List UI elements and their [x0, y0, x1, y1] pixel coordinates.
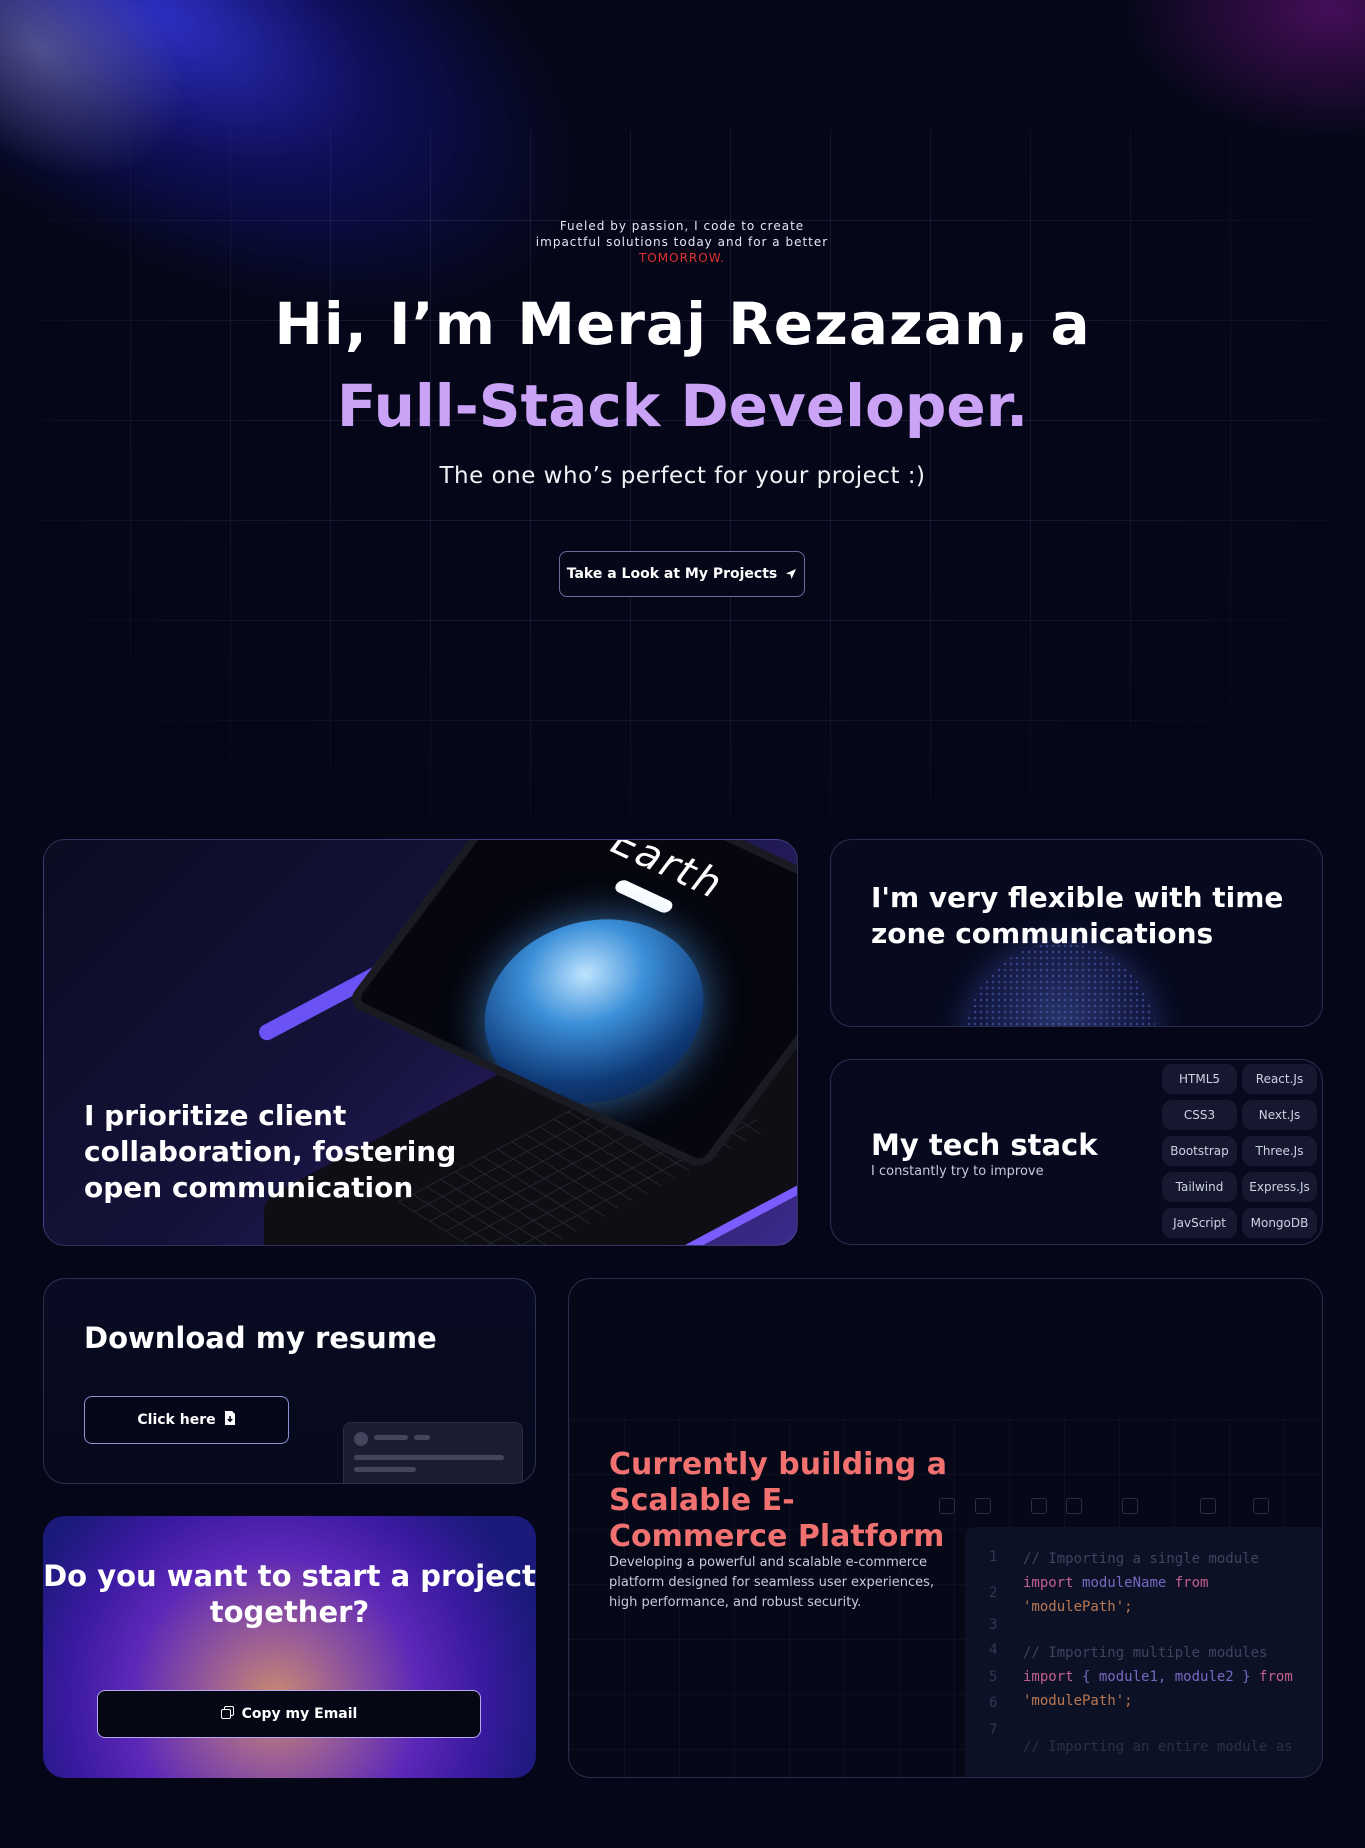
collaboration-title: I prioritize client collaboration, foste…	[84, 1099, 457, 1204]
code-string: 'modulePath';	[1023, 1599, 1133, 1615]
code-snippet: 1 2 3 4 5 6 7 // Importing a single modu…	[965, 1527, 1322, 1777]
timezone-card: I'm very flexible with time zone communi…	[830, 839, 1323, 1027]
grid-square	[1200, 1498, 1216, 1514]
code-comment: // Importing an entire module as	[1023, 1739, 1293, 1755]
copy-icon	[220, 1705, 234, 1723]
view-projects-button[interactable]: Take a Look at My Projects	[559, 551, 805, 597]
copy-email-label: Copy my Email	[241, 1706, 358, 1722]
grid-square	[1066, 1498, 1082, 1514]
code-comment: // Importing multiple modules	[1023, 1645, 1268, 1661]
line-number: 6	[989, 1695, 998, 1711]
tech-pill: Bootstrap	[1162, 1136, 1237, 1166]
contact-card: Do you want to start a project together?…	[43, 1516, 536, 1778]
copy-email-button[interactable]: Copy my Email	[97, 1690, 481, 1738]
tech-pill: Express.Js	[1242, 1172, 1317, 1202]
line-number: 5	[989, 1669, 998, 1685]
tech-pill: React.Js	[1242, 1064, 1317, 1094]
resume-title: Download my resume	[84, 1321, 437, 1355]
tech-stack-title: My tech stack	[871, 1128, 1098, 1162]
tech-pill: Tailwind	[1162, 1172, 1237, 1202]
resume-card: Download my resume Click here	[43, 1278, 536, 1484]
grid-square	[1253, 1498, 1269, 1514]
line-number: 2	[989, 1585, 998, 1601]
collaboration-card: Earth I prioritize client collaboration,…	[43, 839, 798, 1246]
resume-preview-window	[343, 1422, 523, 1483]
code-line: import { module1, module2 } from	[1023, 1669, 1293, 1685]
code-string: 'modulePath';	[1023, 1693, 1133, 1709]
tech-pill: HTML5	[1162, 1064, 1237, 1094]
tech-stack-subtitle: I constantly try to improve	[871, 1164, 1044, 1179]
file-download-icon	[224, 1411, 236, 1429]
grid-square	[1031, 1498, 1047, 1514]
tech-stack-card: My tech stack I constantly try to improv…	[830, 1059, 1323, 1245]
purple-glow	[1120, 0, 1365, 140]
contact-title: Do you want to start a project together?	[43, 1559, 536, 1629]
line-number: 1	[989, 1549, 998, 1565]
globe-graphic	[966, 943, 1156, 1026]
code-comment: // Importing a single module	[1023, 1551, 1260, 1567]
timezone-title: I'm very flexible with time zone communi…	[871, 881, 1284, 950]
line-number: 4	[989, 1642, 998, 1658]
tagline-highlight: TOMORROW.	[639, 251, 725, 265]
tagline-text: Fueled by passion, I code to create impa…	[535, 219, 829, 249]
tech-pill: MongoDB	[1242, 1208, 1317, 1238]
hero-headline: Hi, I’m Meraj Rezazan, a	[274, 290, 1091, 358]
building-description: Developing a powerful and scalable e-com…	[609, 1555, 935, 1610]
line-number: 7	[989, 1722, 998, 1738]
view-projects-label: Take a Look at My Projects	[566, 566, 778, 582]
tech-pill: Three.Js	[1242, 1136, 1317, 1166]
tech-pill: Next.Js	[1242, 1100, 1317, 1130]
location-arrow-icon	[785, 568, 797, 580]
hero-subtitle: The one who’s perfect for your project :…	[439, 463, 926, 489]
grid-square	[975, 1498, 991, 1514]
hero-tagline: Fueled by passion, I code to create impa…	[532, 218, 832, 266]
building-title: Currently building a Scalable E-Commerce…	[609, 1447, 947, 1554]
building-card: Currently building a Scalable E-Commerce…	[568, 1278, 1323, 1778]
grid-square	[1122, 1498, 1138, 1514]
download-resume-button[interactable]: Click here	[84, 1396, 289, 1444]
line-number: 3	[989, 1617, 998, 1633]
download-resume-label: Click here	[137, 1412, 216, 1428]
code-line: import moduleName from	[1023, 1575, 1209, 1591]
tech-pill: CSS3	[1162, 1100, 1237, 1130]
tech-pill: JavScript	[1162, 1208, 1237, 1238]
hero-role: Full-Stack Developer.	[336, 372, 1029, 440]
screen-title: Earth	[599, 839, 735, 907]
